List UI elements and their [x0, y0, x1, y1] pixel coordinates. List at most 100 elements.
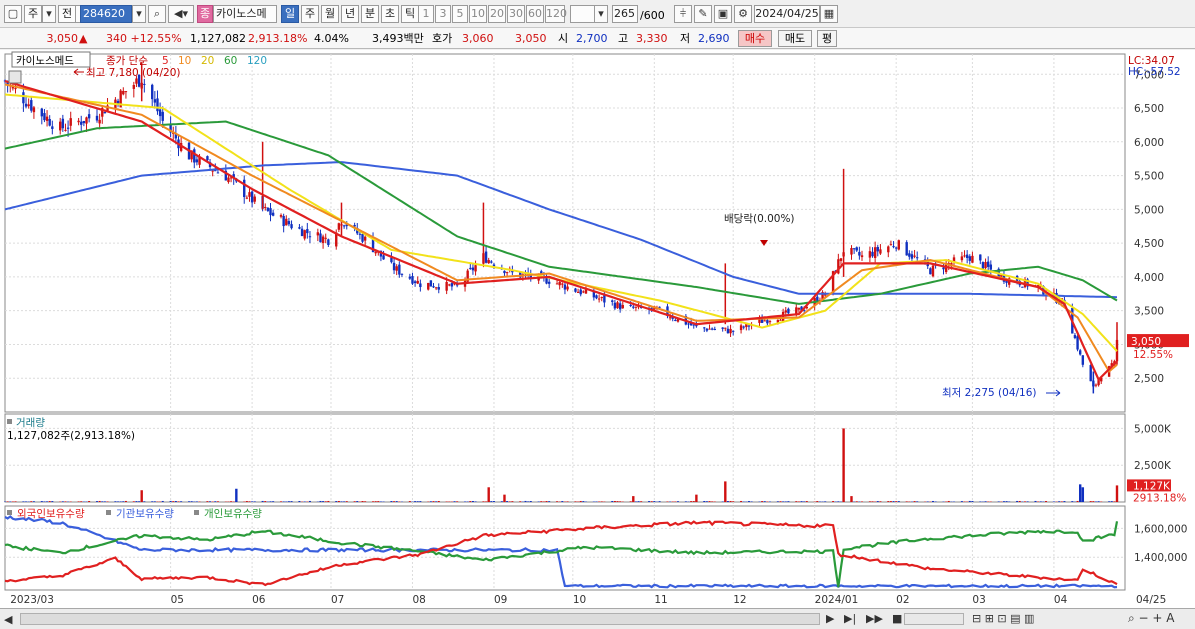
volume-bar[interactable] [416, 501, 419, 502]
volume-bar[interactable] [80, 501, 83, 502]
volume-bar[interactable] [46, 501, 49, 502]
volume-bar[interactable] [511, 501, 514, 502]
volume-bar[interactable] [1016, 500, 1019, 502]
volume-bar[interactable] [188, 501, 191, 502]
volume-bar[interactable] [230, 501, 233, 502]
volume-bar[interactable] [264, 501, 267, 502]
volume-bar[interactable] [364, 501, 367, 502]
volume-bar[interactable] [879, 501, 882, 502]
volume-bar[interactable] [377, 501, 380, 502]
volume-bar[interactable] [1071, 501, 1074, 502]
volume-bar[interactable] [195, 501, 198, 502]
volume-spike-10[interactable] [1081, 487, 1085, 502]
volume-bar[interactable] [98, 500, 101, 502]
candle[interactable] [929, 267, 932, 275]
volume-bar[interactable] [768, 501, 771, 502]
candle[interactable] [466, 268, 469, 284]
volume-bar[interactable] [379, 501, 382, 502]
volume-bar[interactable] [629, 501, 632, 502]
minute-tab-60[interactable]: 60 [526, 5, 544, 23]
volume-bar[interactable] [619, 501, 622, 502]
volume-bar[interactable] [747, 501, 750, 502]
volume-bar[interactable] [1060, 501, 1063, 502]
volume-bar[interactable] [637, 501, 640, 502]
volume-bar[interactable] [253, 501, 256, 502]
volume-bar[interactable] [393, 501, 396, 502]
volume-bar[interactable] [931, 500, 934, 502]
volume-bar[interactable] [1108, 501, 1111, 502]
volume-bar[interactable] [48, 501, 51, 502]
volume-bar[interactable] [782, 501, 785, 502]
prev-label[interactable]: 전 [58, 5, 76, 23]
volume-bar[interactable] [750, 501, 753, 502]
volume-bar[interactable] [177, 501, 180, 502]
minute-tab-3[interactable]: 3 [435, 5, 451, 23]
calendar-icon[interactable]: ▦ [820, 5, 838, 23]
volume-bar[interactable] [971, 500, 974, 502]
volume-bar[interactable] [122, 501, 125, 502]
volume-bar[interactable] [474, 501, 477, 502]
volume-bar[interactable] [303, 501, 306, 502]
volume-bar[interactable] [979, 501, 982, 502]
volume-bar[interactable] [414, 501, 417, 502]
buy-button[interactable]: 매수 [738, 30, 772, 47]
volume-bar[interactable] [690, 501, 693, 502]
volume-bar[interactable] [800, 501, 803, 502]
volume-bar[interactable] [119, 501, 122, 502]
volume-bar[interactable] [616, 501, 619, 502]
volume-bar[interactable] [963, 501, 966, 502]
volume-bar[interactable] [1018, 500, 1021, 502]
period-tab-3[interactable]: 년 [341, 5, 359, 23]
volume-spike-4[interactable] [632, 496, 635, 502]
volume-bar[interactable] [556, 501, 559, 502]
zoom-track[interactable] [904, 613, 964, 625]
volume-bar[interactable] [32, 501, 35, 502]
volume-bar[interactable] [153, 501, 156, 502]
minute-tab-20[interactable]: 20 [488, 5, 506, 23]
count-input[interactable]: 265 [612, 5, 638, 23]
volume-bar[interactable] [784, 501, 787, 502]
dropdown-arrow-icon[interactable]: ▾ [42, 5, 56, 23]
volume-bar[interactable] [548, 501, 551, 502]
volume-bar[interactable] [763, 501, 766, 502]
volume-bar[interactable] [174, 501, 177, 502]
volume-bar[interactable] [703, 500, 706, 502]
volume-bar[interactable] [445, 501, 448, 502]
volume-bar[interactable] [897, 501, 900, 502]
volume-bar[interactable] [22, 501, 25, 502]
volume-bar[interactable] [343, 501, 346, 502]
volume-bar[interactable] [390, 501, 393, 502]
volume-bar[interactable] [1039, 501, 1042, 502]
volume-bar[interactable] [114, 501, 117, 502]
volume-bar[interactable] [598, 501, 601, 502]
volume-bar[interactable] [876, 501, 879, 502]
volume-bar[interactable] [824, 501, 827, 502]
volume-bar[interactable] [124, 500, 127, 502]
volume-bar[interactable] [180, 501, 183, 502]
stop-icon[interactable]: ■ [892, 612, 902, 625]
volume-bar[interactable] [282, 501, 285, 502]
volume-bar[interactable] [527, 501, 530, 502]
volume-bar[interactable] [492, 501, 495, 502]
volume-bar[interactable] [169, 500, 172, 502]
volume-bar[interactable] [327, 500, 330, 502]
save-icon[interactable]: ▣ [714, 5, 732, 23]
volume-bar[interactable] [96, 501, 99, 502]
volume-bar[interactable] [653, 501, 656, 502]
volume-bar[interactable] [726, 501, 729, 502]
volume-bar[interactable] [51, 501, 54, 502]
minute-tab-10[interactable]: 10 [469, 5, 487, 23]
volume-bar[interactable] [721, 501, 724, 502]
candle[interactable] [427, 282, 430, 291]
volume-bar[interactable] [88, 501, 91, 502]
volume-bar[interactable] [574, 501, 577, 502]
volume-bar[interactable] [395, 501, 398, 502]
volume-bar[interactable] [926, 501, 929, 502]
volume-bar[interactable] [916, 501, 919, 502]
grid-toggle-icon[interactable] [8, 70, 22, 84]
volume-bar[interactable] [947, 500, 950, 502]
volume-bar[interactable] [524, 500, 527, 502]
volume-bar[interactable] [500, 501, 503, 502]
play-icon[interactable]: ▶▶ [866, 612, 883, 625]
volume-bar[interactable] [353, 501, 356, 502]
